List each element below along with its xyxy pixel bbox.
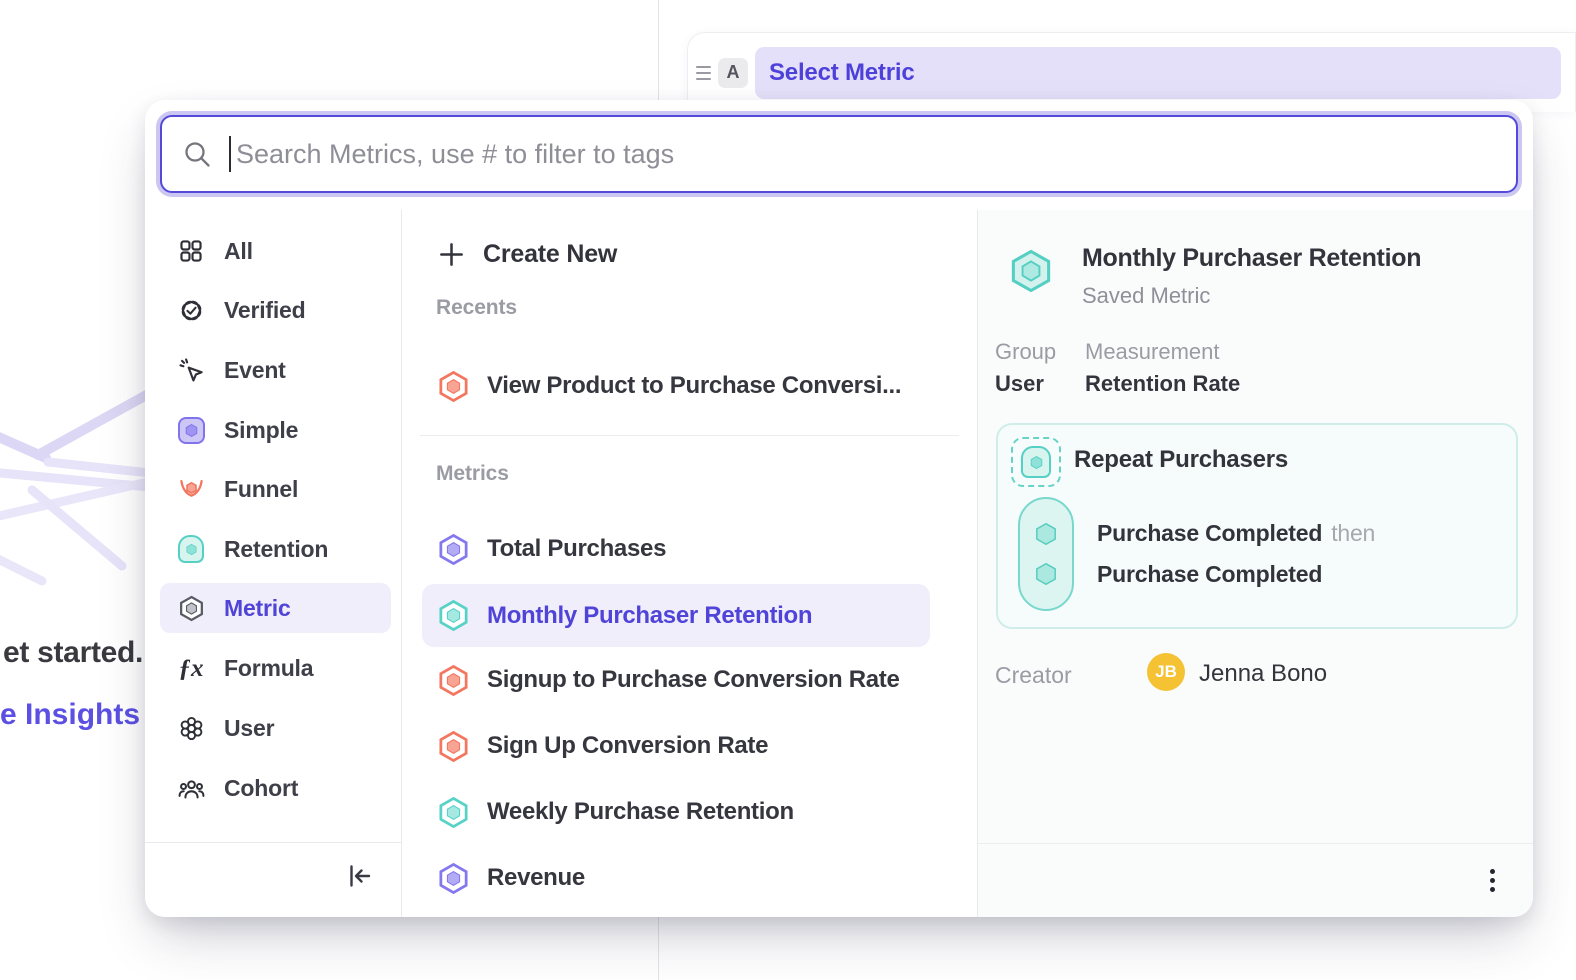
sidebar-item-label: User — [224, 715, 274, 742]
sidebar-item-label: Verified — [224, 297, 306, 324]
metric-letter-badge: A — [718, 58, 748, 88]
sidebar-item-label: Funnel — [224, 476, 298, 503]
sidebar-footer-divider — [145, 842, 401, 843]
definition-name: Repeat Purchasers — [1074, 446, 1288, 474]
definition-step-2: Purchase Completed — [1097, 561, 1322, 588]
create-new-label: Create New — [483, 240, 617, 269]
metric-item-weekly-purchase-retention[interactable]: Weekly Purchase Retention — [422, 787, 930, 837]
teal-hexagon-icon — [437, 599, 470, 632]
sidebar-item-label: Formula — [224, 655, 313, 682]
metric-definition-card: Repeat Purchasers Purchase Completedthen… — [996, 423, 1518, 629]
sidebar-item-user[interactable]: User — [160, 703, 391, 753]
definition-step-1: Purchase Completedthen — [1097, 520, 1375, 547]
sidebar-item-formula[interactable]: ƒx Formula — [160, 643, 391, 693]
grid-icon — [177, 237, 205, 265]
metric-hexagon-icon — [177, 594, 205, 622]
cursor-click-icon — [177, 356, 205, 384]
metric-item-signup-to-purchase[interactable]: Signup to Purchase Conversion Rate — [422, 655, 930, 705]
select-metric-field[interactable]: Select Metric — [755, 47, 1561, 99]
cohort-people-icon — [177, 774, 205, 802]
sidebar-item-label: Metric — [224, 595, 291, 622]
recent-item[interactable]: View Product to Purchase Conversi... — [422, 361, 930, 411]
sidebar-item-label: Simple — [224, 417, 298, 444]
sidebar-item-event[interactable]: Event — [160, 345, 391, 395]
user-cluster-icon — [177, 714, 205, 742]
sidebar-item-all[interactable]: All — [160, 226, 391, 276]
metric-item-label: Weekly Purchase Retention — [487, 798, 794, 826]
metric-picker-screen: et started. e Insights Re A Select Metri… — [0, 0, 1576, 980]
creator-label: Creator — [995, 662, 1072, 689]
search-icon — [182, 139, 212, 169]
search-input[interactable]: Search Metrics, use # to filter to tags — [160, 115, 1518, 193]
metric-item-revenue[interactable]: Revenue — [422, 853, 930, 903]
sidebar-item-retention[interactable]: Retention — [160, 524, 391, 574]
filter-sidebar: All Verified — [145, 210, 402, 917]
sidebar-item-verified[interactable]: Verified — [160, 285, 391, 335]
measurement-value: Retention Rate — [1085, 371, 1240, 397]
metric-item-total-purchases[interactable]: Total Purchases — [422, 524, 930, 574]
verified-seal-icon — [177, 296, 205, 324]
metrics-heading: Metrics — [436, 462, 509, 486]
sidebar-item-metric[interactable]: Metric — [160, 583, 391, 633]
collapse-sidebar-button[interactable] — [341, 858, 377, 894]
sidebar-item-label: Event — [224, 357, 286, 384]
modal-columns: All Verified — [145, 210, 1533, 917]
detail-title: Monthly Purchaser Retention — [1082, 244, 1421, 273]
retention-definition-icon — [1011, 437, 1061, 487]
metric-item-label: Monthly Purchaser Retention — [487, 602, 812, 630]
teal-hexagon-icon — [1008, 248, 1054, 299]
group-label: Group — [995, 339, 1056, 365]
sidebar-item-funnel[interactable]: Funnel — [160, 464, 391, 514]
select-metric-label: Select Metric — [769, 59, 914, 87]
metric-picker-modal: Search Metrics, use # to filter to tags … — [145, 100, 1533, 917]
purple-hexagon-icon — [437, 862, 470, 895]
detail-subtitle: Saved Metric — [1082, 283, 1210, 309]
sidebar-item-label: All — [224, 238, 253, 265]
background-heading-fragment: et started. — [3, 636, 143, 670]
drag-handle-icon[interactable] — [696, 66, 711, 80]
teal-hexagon-icon — [437, 796, 470, 829]
metric-item-label: Total Purchases — [487, 535, 666, 563]
search-placeholder: Search Metrics, use # to filter to tags — [236, 139, 674, 170]
text-cursor — [229, 136, 231, 172]
orange-hexagon-icon — [437, 370, 470, 403]
metric-item-label: Signup to Purchase Conversion Rate — [487, 666, 900, 694]
metric-item-signup-conversion[interactable]: Sign Up Conversion Rate — [422, 721, 930, 771]
plus-icon — [437, 240, 466, 269]
metric-item-label: Revenue — [487, 864, 585, 892]
list-divider — [420, 435, 959, 436]
retention-arch-icon — [177, 535, 205, 563]
formula-fx-icon: ƒx — [177, 654, 205, 682]
event-hexagon-icon — [1033, 561, 1059, 587]
simple-hexagon-icon — [177, 416, 205, 444]
orange-hexagon-icon — [437, 730, 470, 763]
recent-item-label: View Product to Purchase Conversi... — [487, 372, 901, 400]
event-hexagon-icon — [1033, 521, 1059, 547]
metric-list-column: Create New Recents View Product to Purch… — [402, 210, 978, 917]
sidebar-item-cohort[interactable]: Cohort — [160, 763, 391, 813]
purple-hexagon-icon — [437, 533, 470, 566]
sidebar-item-simple[interactable]: Simple — [160, 405, 391, 455]
event-sequence-capsule — [1018, 497, 1074, 611]
more-options-button[interactable] — [1476, 861, 1508, 899]
measurement-label: Measurement — [1085, 339, 1220, 365]
metric-item-label: Sign Up Conversion Rate — [487, 732, 768, 760]
creator-name: Jenna Bono — [1199, 660, 1327, 688]
collapse-arrow-icon — [343, 860, 375, 892]
recents-heading: Recents — [436, 296, 517, 320]
then-connector: then — [1331, 520, 1375, 546]
create-new-button[interactable]: Create New — [437, 235, 617, 273]
creator-avatar: JB — [1147, 653, 1185, 691]
detail-footer-divider — [978, 843, 1533, 844]
orange-hexagon-icon — [437, 664, 470, 697]
group-value: User — [995, 371, 1044, 397]
metric-detail-panel: Monthly Purchaser Retention Saved Metric… — [978, 210, 1533, 917]
sidebar-item-label: Retention — [224, 536, 328, 563]
metric-item-monthly-purchaser-retention[interactable]: Monthly Purchaser Retention — [422, 584, 930, 647]
sidebar-item-label: Cohort — [224, 775, 298, 802]
funnel-icon — [177, 475, 205, 503]
